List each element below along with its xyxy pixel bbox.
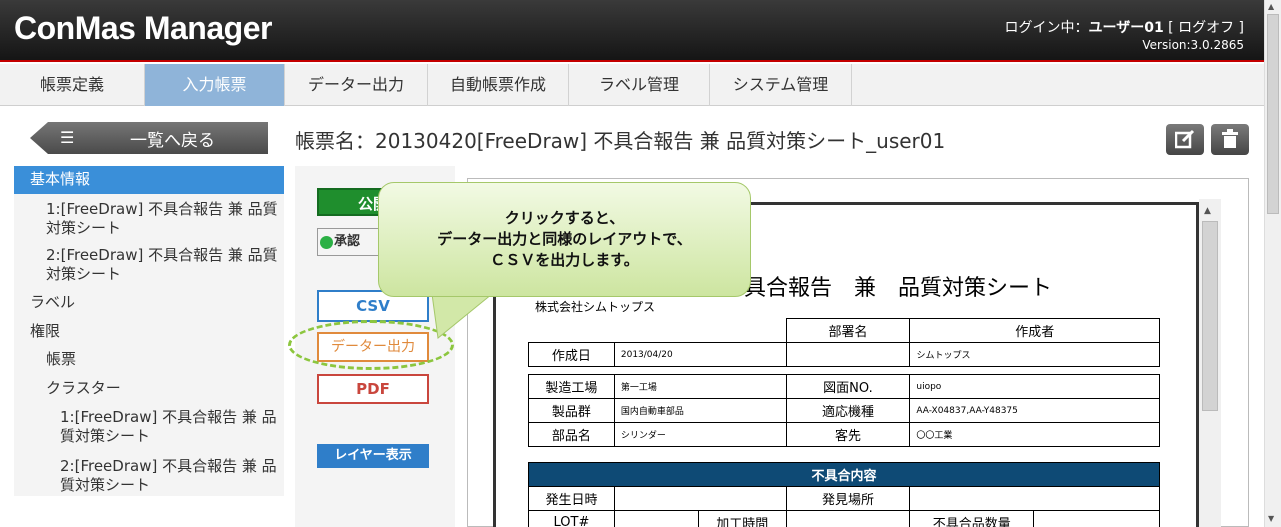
app-header: ConMas Manager ログイン中：ユーザー01 [ ログオフ ] Ver…	[0, 0, 1264, 62]
show-layer-button[interactable]: レイヤー表示	[317, 444, 429, 468]
approve-label: 承認	[334, 234, 361, 249]
trash-icon	[1222, 129, 1238, 148]
form-title: 帳票名：20130420[FreeDraw] 不具合報告 兼 品質対策シート_u…	[295, 129, 946, 153]
sidebar-item-basic-info[interactable]: 基本情報	[14, 166, 284, 194]
scroll-up-arrow-icon[interactable]: ▲	[1204, 206, 1211, 216]
edit-button[interactable]	[1166, 124, 1204, 155]
customer-value[interactable]: 〇〇工業	[909, 422, 1160, 447]
back-label: 一覧へ戻る	[130, 131, 215, 151]
approve-icon	[320, 236, 333, 249]
sidebar-item-permission[interactable]: 権限	[30, 322, 60, 341]
dept-label: 部署名	[785, 318, 911, 343]
company-name: 株式会社シムトップス	[535, 300, 656, 314]
dept-value[interactable]	[785, 342, 911, 367]
process-value[interactable]	[785, 510, 911, 527]
callout-line-2: データー出力と同様のレイアウトで、	[437, 230, 692, 248]
sheet-2-line-1: 2:[FreeDraw] 不具合報告 兼 品質	[46, 246, 278, 264]
sidebar-item-cluster-sheet-2[interactable]: 2:[FreeDraw] 不具合報告 兼 品 質対策シート	[60, 457, 277, 495]
factory-label: 製造工場	[528, 374, 615, 399]
process-label: 加工時間	[697, 510, 787, 527]
sidebar-item-label[interactable]: ラベル	[30, 293, 75, 312]
delete-button[interactable]	[1211, 124, 1249, 155]
app-logo: ConMas Manager	[14, 10, 272, 46]
tab-form-definition[interactable]: 帳票定義	[0, 64, 145, 106]
date-label: 作成日	[528, 342, 615, 367]
model-label: 適応機種	[785, 398, 911, 423]
occur-label: 発生日時	[528, 486, 615, 511]
version-label: Version:3.0.2865	[1142, 38, 1244, 52]
list-icon: ☰	[60, 128, 75, 147]
logout-link[interactable]: [ ログオフ ]	[1168, 20, 1244, 36]
customer-label: 客先	[785, 422, 911, 447]
callout-line-3: ＣＳＶを出力します。	[490, 251, 639, 269]
page-scroll-thumb[interactable]	[1267, 14, 1279, 214]
document-title: 不具合報告 兼 品質対策シート	[722, 276, 1053, 301]
defect-table: 不具合内容 発生日時 発見場所 LOT# 加工時間 不具合品数量	[528, 462, 1160, 527]
drawing-value[interactable]: uiopo	[909, 374, 1160, 399]
defect-qty-value[interactable]	[1033, 510, 1160, 527]
back-to-list-button[interactable]: ☰ 一覧へ戻る	[30, 122, 268, 154]
main-tabs: 帳票定義 入力帳票 データー出力 自動帳票作成 ラベル管理 システム管理	[0, 64, 1264, 106]
document-scrollbar[interactable]: ▲	[1199, 199, 1221, 527]
occur-value[interactable]	[613, 486, 787, 511]
tab-label-management[interactable]: ラベル管理	[569, 64, 710, 106]
current-user: ユーザー01	[1088, 20, 1164, 36]
pdf-button[interactable]: PDF	[317, 374, 429, 404]
cluster-sheet-2-line-1: 2:[FreeDraw] 不具合報告 兼 品	[60, 457, 277, 475]
sidebar-item-form[interactable]: 帳票	[46, 350, 76, 369]
product-table: 製造工場 第一工場 図面NO. uiopo 製品群 国内自動車部品 適応機種 AA-X048…	[528, 374, 1160, 447]
defect-header: 不具合内容	[528, 462, 1160, 487]
tab-data-output[interactable]: データー出力	[285, 64, 428, 106]
data-output-highlight	[288, 320, 454, 370]
callout-line-1: クリックすると、	[504, 209, 625, 227]
sidebar-item-sheet-2[interactable]: 2:[FreeDraw] 不具合報告 兼 品質 対策シート	[46, 246, 278, 284]
header-table: 部署名 作成者 作成日 2013/04/20 シムトップス	[528, 318, 1160, 367]
group-label: 製品群	[528, 398, 615, 423]
author-label: 作成者	[909, 318, 1160, 343]
sidebar-item-sheet-1[interactable]: 1:[FreeDraw] 不具合報告 兼 品質 対策シート	[46, 200, 278, 238]
sheet-2-line-2: 対策シート	[46, 265, 122, 283]
author-value[interactable]: シムトップス	[909, 342, 1160, 367]
sidebar-item-cluster[interactable]: クラスター	[46, 379, 121, 398]
date-value[interactable]: 2013/04/20	[613, 342, 787, 367]
login-status: ログイン中：ユーザー01 [ ログオフ ]	[1005, 20, 1244, 36]
cluster-sheet-1-line-2: 質対策シート	[60, 427, 151, 445]
sidebar-item-cluster-sheet-1[interactable]: 1:[FreeDraw] 不具合報告 兼 品 質対策シート	[60, 408, 277, 446]
place-label: 発見場所	[785, 486, 911, 511]
drawing-label: 図面NO.	[785, 374, 911, 399]
part-label: 部品名	[528, 422, 615, 447]
sheet-1-line-1: 1:[FreeDraw] 不具合報告 兼 品質	[46, 200, 278, 218]
sidebar: 基本情報 1:[FreeDraw] 不具合報告 兼 品質 対策シート 2:[Fr…	[14, 166, 284, 496]
model-value[interactable]: AA-X04837,AA-Y48375	[909, 398, 1160, 423]
lot-value[interactable]	[613, 510, 699, 527]
scroll-thumb[interactable]	[1202, 221, 1218, 411]
page-scroll-down-icon[interactable]: ▼	[1268, 514, 1274, 523]
group-value[interactable]: 国内自動車部品	[613, 398, 787, 423]
factory-value[interactable]: 第一工場	[613, 374, 787, 399]
edit-icon	[1175, 129, 1195, 149]
cluster-sheet-2-line-2: 質対策シート	[60, 476, 151, 494]
place-value[interactable]	[909, 486, 1160, 511]
login-label: ログイン中：	[1004, 20, 1089, 36]
tab-system-management[interactable]: システム管理	[710, 64, 852, 106]
defect-qty-label: 不具合品数量	[909, 510, 1035, 527]
tab-input-forms[interactable]: 入力帳票	[145, 64, 285, 106]
cluster-sheet-1-line-1: 1:[FreeDraw] 不具合報告 兼 品	[60, 408, 277, 426]
lot-label: LOT#	[528, 510, 615, 527]
page-scroll-up-icon[interactable]: ▲	[1268, 2, 1274, 11]
part-value[interactable]: シリンダー	[613, 422, 787, 447]
page-scrollbar[interactable]: ▲ ▼	[1264, 0, 1281, 527]
sheet-1-line-2: 対策シート	[46, 219, 122, 237]
callout-tooltip: クリックすると、 データー出力と同様のレイアウトで、 ＣＳＶを出力します。	[378, 182, 751, 297]
tab-auto-form[interactable]: 自動帳票作成	[428, 64, 569, 106]
